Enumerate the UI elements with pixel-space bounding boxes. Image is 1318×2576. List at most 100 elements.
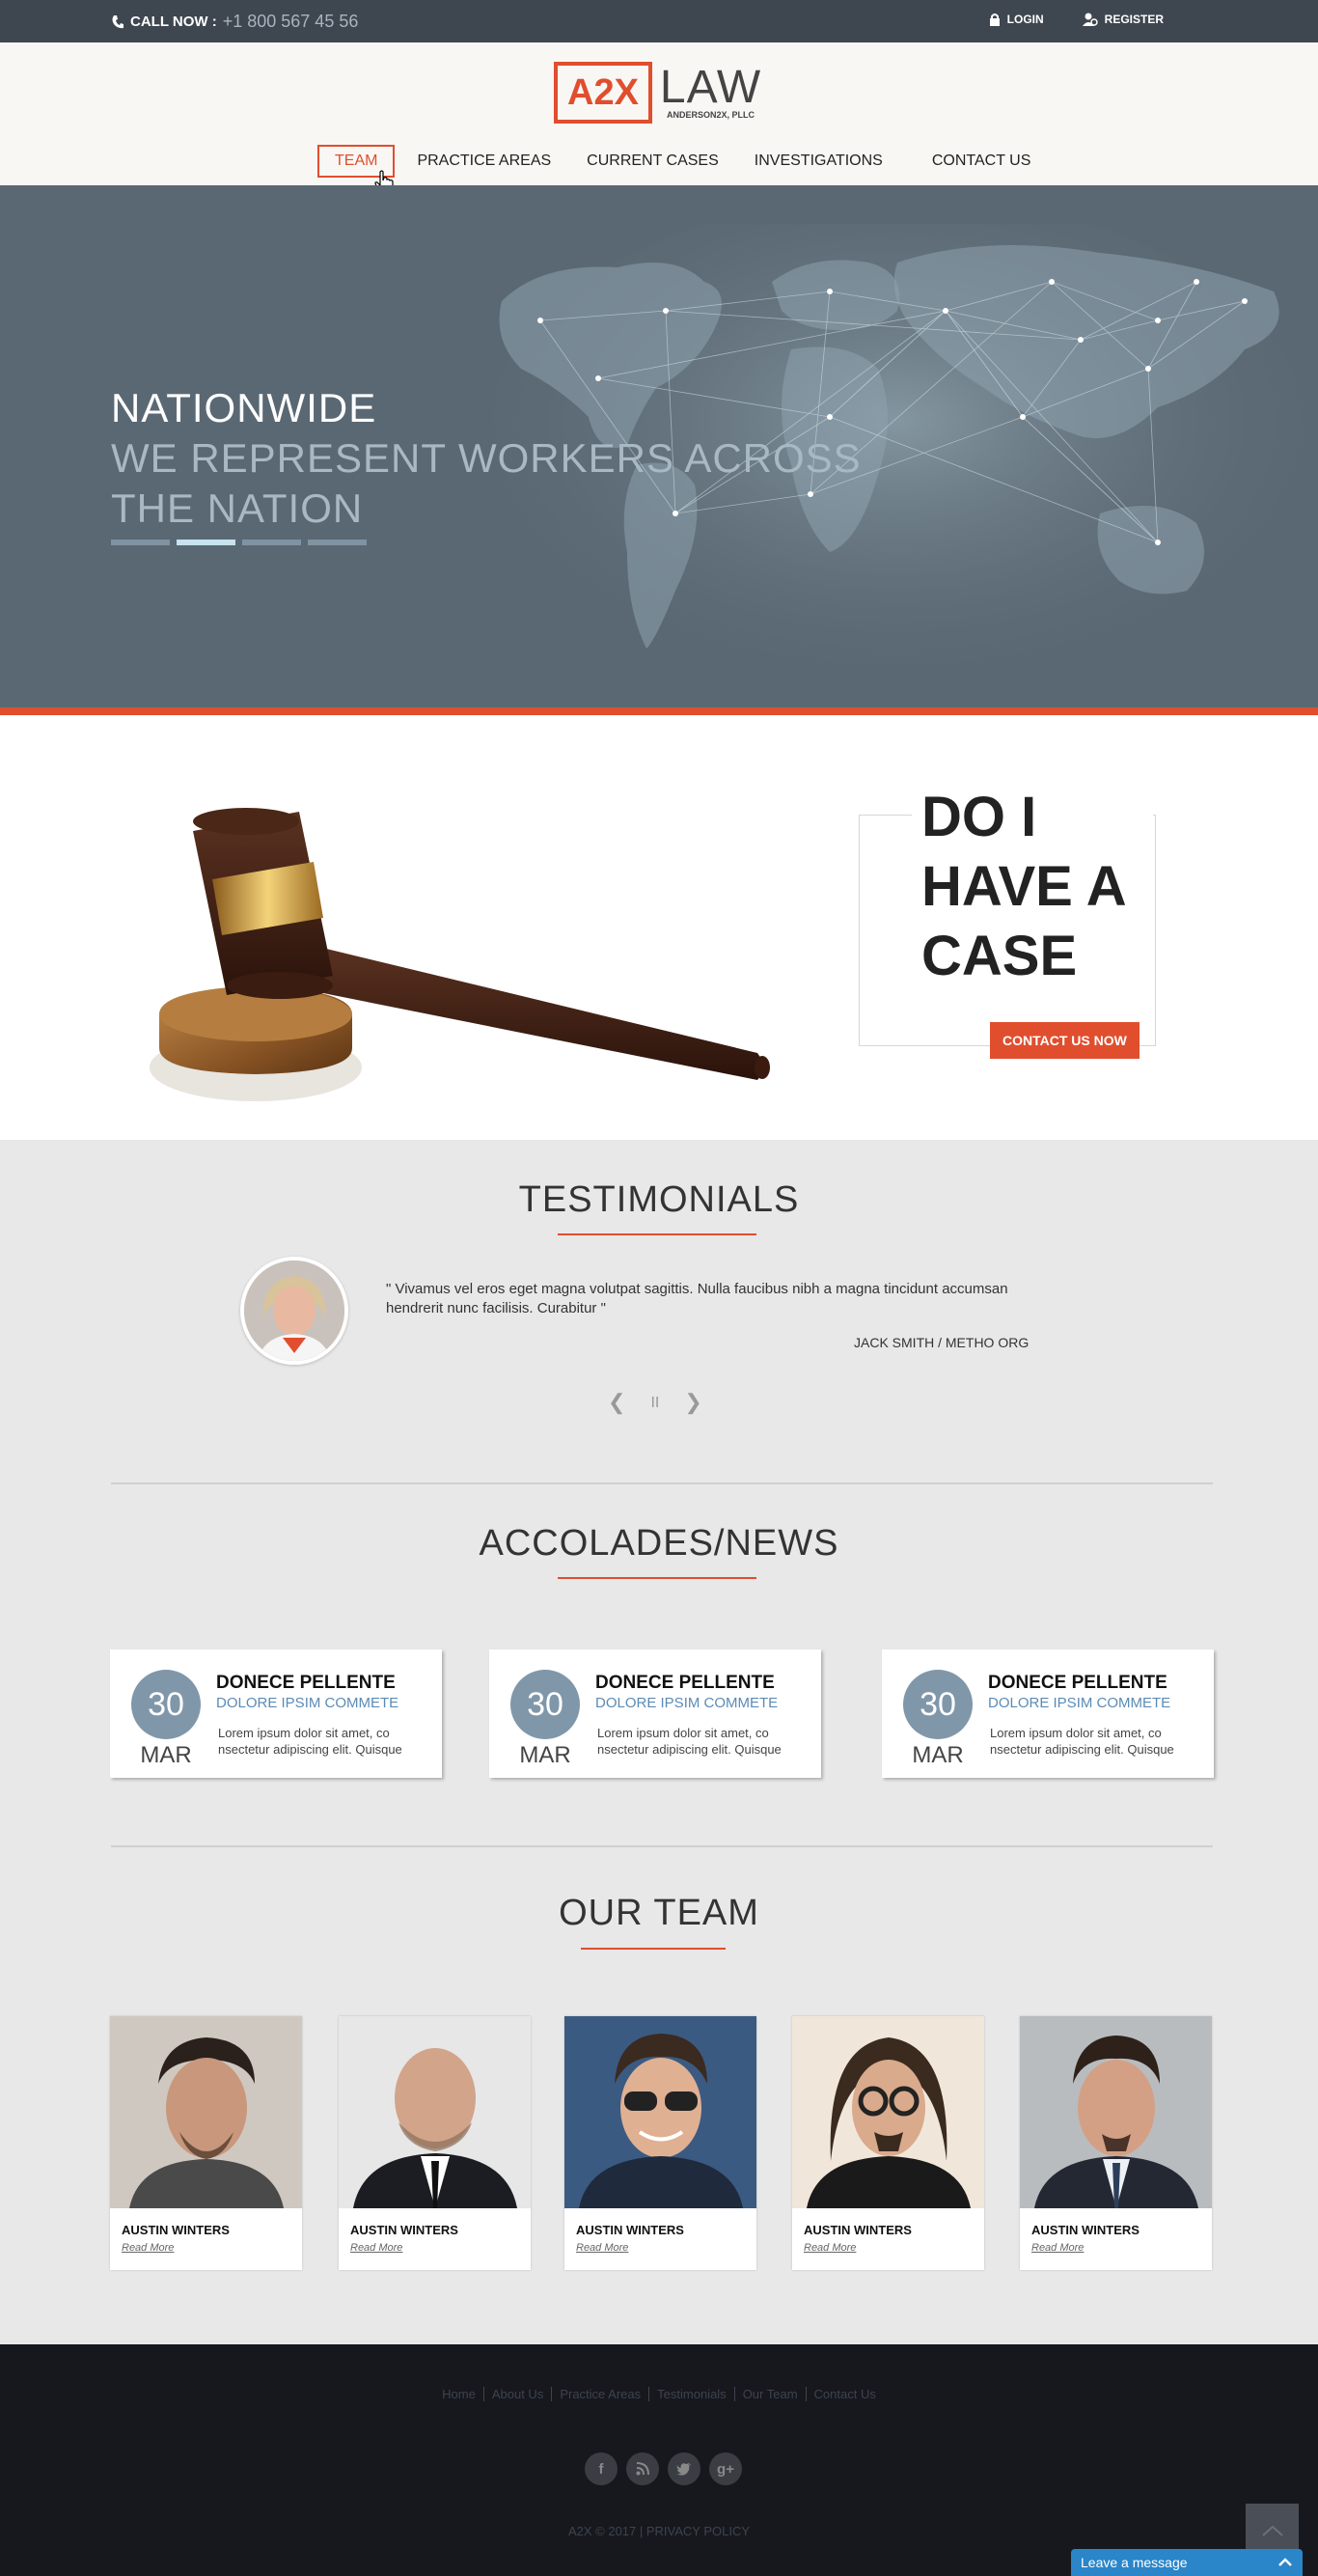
- team-member-card[interactable]: AUSTIN WINTERS Read More: [792, 2016, 984, 2270]
- site-header: A2X LAW ANDERSON2X, PLLC TEAM PRACTICE A…: [0, 42, 1318, 185]
- footer-link-home[interactable]: Home: [434, 2387, 484, 2401]
- slider-dot[interactable]: [242, 540, 301, 545]
- lock-icon: [989, 14, 1000, 26]
- chevron-up-icon[interactable]: [1277, 2558, 1293, 2567]
- team-member-card[interactable]: AUSTIN WINTERS Read More: [339, 2016, 531, 2270]
- contact-us-now-button[interactable]: CONTACT US NOW: [990, 1022, 1140, 1059]
- news-subtitle: DOLORE IPSIM COMMETE: [595, 1695, 779, 1711]
- footer-link-about[interactable]: About Us: [484, 2387, 553, 2401]
- leave-message-widget[interactable]: Leave a message: [1071, 2549, 1303, 2576]
- rss-icon[interactable]: [626, 2452, 659, 2485]
- chevron-up-icon: [1261, 2525, 1283, 2536]
- login-link[interactable]: LOGIN: [989, 13, 1044, 26]
- footer-links: Home About Us Practice Areas Testimonial…: [0, 2387, 1318, 2401]
- prev-arrow-icon[interactable]: ❮: [608, 1390, 625, 1417]
- read-more-link[interactable]: Read More: [576, 2242, 628, 2254]
- team-member-photo: [110, 2016, 302, 2208]
- read-more-link[interactable]: Read More: [350, 2242, 402, 2254]
- section-divider: [111, 1845, 1213, 1847]
- google-plus-icon[interactable]: g+: [709, 2452, 742, 2485]
- testimonials-title: TESTIMONIALS: [518, 1179, 800, 1220]
- testimonial-controls: ❮ II ❯: [608, 1390, 702, 1417]
- top-bar: CALL NOW : +1 800 567 45 56 LOGIN REGIST…: [0, 0, 1318, 42]
- nav-investigations[interactable]: INVESTIGATIONS: [741, 145, 896, 178]
- slider-dot[interactable]: [308, 540, 367, 545]
- pause-icon[interactable]: II: [650, 1390, 659, 1417]
- hero-accent-stripe: [0, 707, 1318, 715]
- team-member-card[interactable]: AUSTIN WINTERS Read More: [564, 2016, 756, 2270]
- news-day: 30: [131, 1670, 201, 1739]
- copyright: A2X © 2017 | PRIVACY POLICY: [567, 2524, 751, 2538]
- logo-box: A2X: [554, 62, 652, 124]
- team-member-photo: [564, 2016, 756, 2208]
- hero-banner: NATIONWIDE WE REPRESENT WORKERS ACROSS T…: [0, 185, 1318, 707]
- news-subtitle: DOLORE IPSIM COMMETE: [988, 1695, 1171, 1711]
- testimonial-author: JACK SMITH / METHO ORG: [854, 1335, 1030, 1350]
- footer-link-contact[interactable]: Contact Us: [807, 2387, 884, 2401]
- news-title-text: DONECE PELLENTE: [216, 1673, 396, 1693]
- team-member-name: AUSTIN WINTERS: [576, 2223, 684, 2237]
- chat-label: Leave a message: [1081, 2555, 1188, 2570]
- team-member-name: AUSTIN WINTERS: [122, 2223, 230, 2237]
- hero-line-1: WE REPRESENT WORKERS ACROSS: [111, 435, 862, 481]
- next-arrow-icon[interactable]: ❯: [684, 1390, 701, 1417]
- team-underline: [581, 1948, 726, 1950]
- twitter-icon[interactable]: [668, 2452, 700, 2485]
- hero-slider-dots: [111, 540, 367, 545]
- main-nav: TEAM PRACTICE AREAS CURRENT CASES INVEST…: [317, 145, 1053, 178]
- logo-law: LAW: [659, 62, 762, 113]
- news-excerpt: Lorem ipsum dolor sit amet, co nsectetur…: [990, 1726, 1174, 1757]
- news-card[interactable]: 30 MAR DONECE PELLENTE DOLORE IPSIM COMM…: [489, 1649, 821, 1778]
- call-now: CALL NOW : +1 800 567 45 56: [111, 12, 358, 32]
- case-title: DO I HAVE A CASE: [912, 783, 1153, 991]
- phone-number[interactable]: +1 800 567 45 56: [223, 12, 359, 32]
- footer-link-practice-areas[interactable]: Practice Areas: [552, 2387, 650, 2401]
- site-logo[interactable]: A2X LAW ANDERSON2X, PLLC: [554, 62, 761, 124]
- news-title-text: DONECE PELLENTE: [595, 1673, 775, 1693]
- news-card[interactable]: 30 MAR DONECE PELLENTE DOLORE IPSIM COMM…: [110, 1649, 442, 1778]
- social-icons: f g+: [585, 2452, 742, 2485]
- news-month: MAR: [140, 1742, 192, 1768]
- news-month: MAR: [912, 1742, 964, 1768]
- team-member-photo: [792, 2016, 984, 2208]
- news-title: ACCOLADES/NEWS: [479, 1523, 839, 1564]
- footer-link-our-team[interactable]: Our Team: [735, 2387, 807, 2401]
- news-excerpt: Lorem ipsum dolor sit amet, co nsectetur…: [597, 1726, 782, 1757]
- news-title-text: DONECE PELLENTE: [988, 1673, 1167, 1693]
- news-excerpt: Lorem ipsum dolor sit amet, co nsectetur…: [218, 1726, 402, 1757]
- footer-link-testimonials[interactable]: Testimonials: [649, 2387, 735, 2401]
- news-day: 30: [510, 1670, 580, 1739]
- register-link[interactable]: REGISTER: [1082, 13, 1164, 26]
- nav-practice-areas[interactable]: PRACTICE AREAS: [403, 145, 564, 178]
- team-member-name: AUSTIN WINTERS: [804, 2223, 912, 2237]
- team-member-name: AUSTIN WINTERS: [350, 2223, 458, 2237]
- testimonial-quote: " Vivamus vel eros eget magna volutpat s…: [386, 1281, 1008, 1316]
- slider-dot-active[interactable]: [177, 540, 235, 545]
- team-member-card[interactable]: AUSTIN WINTERS Read More: [110, 2016, 302, 2270]
- read-more-link[interactable]: Read More: [1031, 2242, 1084, 2254]
- phone-icon: [112, 14, 124, 28]
- team-member-card[interactable]: AUSTIN WINTERS Read More: [1020, 2016, 1212, 2270]
- news-underline: [558, 1577, 756, 1579]
- team-title: OUR TEAM: [559, 1893, 759, 1933]
- news-subtitle: DOLORE IPSIM COMMETE: [216, 1695, 399, 1711]
- nav-contact-us[interactable]: CONTACT US: [919, 145, 1045, 178]
- login-label: LOGIN: [1006, 13, 1044, 26]
- news-day: 30: [903, 1670, 973, 1739]
- section-divider: [111, 1482, 1213, 1484]
- hero-title: NATIONWIDE: [111, 385, 377, 430]
- team-member-photo: [1020, 2016, 1212, 2208]
- register-label: REGISTER: [1104, 13, 1164, 26]
- read-more-link[interactable]: Read More: [804, 2242, 856, 2254]
- slider-dot[interactable]: [111, 540, 170, 545]
- case-section: DO I HAVE A CASE CONTACT US NOW: [0, 715, 1318, 1140]
- facebook-icon[interactable]: f: [585, 2452, 618, 2485]
- gavel-image: [150, 808, 770, 1101]
- team-member-photo: [339, 2016, 531, 2208]
- news-month: MAR: [519, 1742, 571, 1768]
- hero-line-2: THE NATION: [111, 485, 364, 531]
- read-more-link[interactable]: Read More: [122, 2242, 174, 2254]
- nav-current-cases[interactable]: CURRENT CASES: [573, 145, 732, 178]
- testimonials-underline: [558, 1233, 756, 1235]
- news-card[interactable]: 30 MAR DONECE PELLENTE DOLORE IPSIM COMM…: [882, 1649, 1214, 1778]
